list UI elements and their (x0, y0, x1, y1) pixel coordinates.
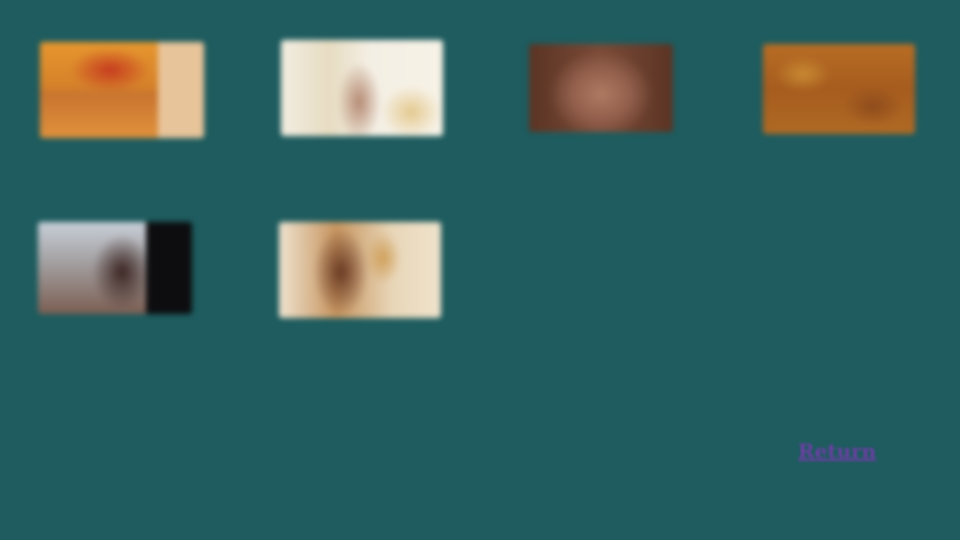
thumbnail-image-2[interactable] (281, 40, 443, 136)
thumbnail-image-5[interactable] (38, 222, 192, 314)
thumbnail-image-1[interactable] (40, 42, 204, 138)
thumbnail-image-3[interactable] (529, 44, 673, 132)
return-link[interactable]: Return (798, 439, 876, 463)
thumbnail-image-6[interactable] (279, 222, 441, 318)
thumbnail-image-4[interactable] (763, 44, 915, 134)
